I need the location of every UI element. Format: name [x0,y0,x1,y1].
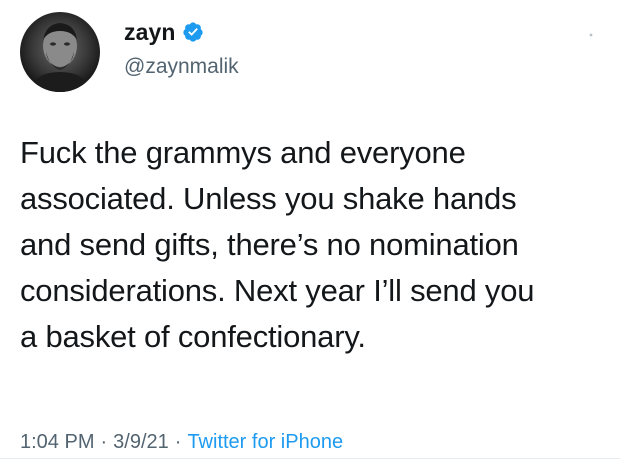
tweet-source-link[interactable]: Twitter for iPhone [187,431,343,454]
display-name[interactable]: zayn [124,19,176,46]
avatar[interactable] [20,12,100,92]
tweet-meta: 1:04 PM · 3/9/21 · Twitter for iPhone [20,431,343,454]
tweet-text: Fuck the grammys and everyone associated… [20,135,535,354]
tweet-date[interactable]: 3/9/21 [113,431,169,454]
tweet-time[interactable]: 1:04 PM [20,431,94,454]
meta-separator: · [100,431,108,453]
user-names: zayn @zaynmalik [124,18,239,79]
verified-badge-icon [182,21,204,43]
meta-separator-2: · [174,431,182,453]
more-options-icon[interactable] [582,26,600,44]
bottom-divider [0,458,620,459]
tweet-header: zayn @zaynmalik [20,12,600,92]
display-name-row: zayn [124,18,239,46]
user-handle[interactable]: @zaynmalik [124,55,239,79]
tweet-card: zayn @zaynmalik Fuck the grammys and eve… [0,0,620,461]
